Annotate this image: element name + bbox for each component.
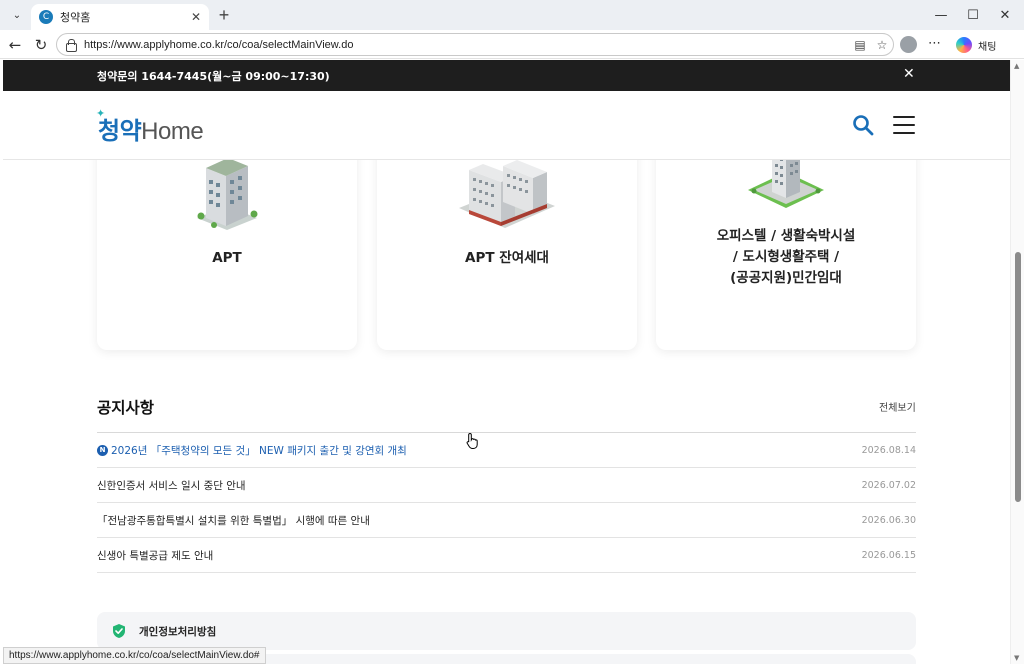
privacy-policy-link[interactable]: 개인정보처리방침 <box>97 612 916 650</box>
url-text[interactable]: https://www.applyhome.co.kr/co/coa/selec… <box>84 39 849 51</box>
notice-list: N 2026년 「주택청약의 모든 것」 NEW 패키지 출간 및 강연회 개최… <box>97 432 916 573</box>
hand-cursor-icon <box>466 432 478 449</box>
address-bar[interactable]: https://www.applyhome.co.kr/co/coa/selec… <box>56 33 894 56</box>
card-officetel-label-line-3: (공공지원)민간임대 <box>730 270 842 286</box>
copilot-icon <box>956 37 972 53</box>
top-notice-bar: 청약문의 1644-7445(월~금 09:00~17:30) ✕ <box>3 60 1010 91</box>
more-options-icon[interactable]: ⋯ <box>928 36 942 51</box>
apartment-building-icon <box>197 158 258 230</box>
scroll-up-icon[interactable]: ▲ <box>1014 62 1019 70</box>
notice-date: 2026.08.14 <box>861 444 916 456</box>
notice-text[interactable]: 신생아 특별공급 제도 안내 <box>97 548 213 563</box>
card-officetel-label: 오피스텔 / 생활숙박시설 / 도시형생활주택 / (공공지원)민간임대 <box>656 226 916 289</box>
minimize-icon[interactable]: — <box>926 4 956 26</box>
browser-tab[interactable]: C 청약홈 ✕ <box>31 4 209 30</box>
site-header: ✦ 청약Home <box>3 91 1010 160</box>
page-scrollbar[interactable]: ▲ ▼ <box>1010 60 1024 664</box>
card-apt-label: APT <box>212 250 242 266</box>
site-logo[interactable]: ✦ 청약Home <box>96 108 204 146</box>
notice-date: 2026.07.02 <box>861 479 916 491</box>
notice-row[interactable]: 신생아 특별공급 제도 안내 2026.06.15 <box>97 538 916 573</box>
notice-section-title: 공지사항 <box>97 399 155 417</box>
notice-row[interactable]: N 2026년 「주택청약의 모든 것」 NEW 패키지 출간 및 강연회 개최… <box>97 433 916 468</box>
notice-text[interactable]: N 2026년 「주택청약의 모든 것」 NEW 패키지 출간 및 강연회 개최 <box>97 443 407 458</box>
refresh-icon[interactable]: ↻ <box>30 34 52 56</box>
tab-close-icon[interactable]: ✕ <box>191 10 201 24</box>
scroll-thumb[interactable] <box>1015 252 1021 502</box>
site-info-lock-icon[interactable] <box>65 39 77 52</box>
scroll-down-icon[interactable]: ▼ <box>1014 654 1019 662</box>
logo-kr-text: 청약 <box>98 118 142 145</box>
card-apt-remaining-label: APT 잔여세대 <box>465 250 549 266</box>
card-officetel-label-line-2: / 도시형생활주택 / <box>732 249 840 265</box>
profile-avatar[interactable] <box>900 36 917 53</box>
top-notice-text: 청약문의 1644-7445(월~금 09:00~17:30) <box>97 70 330 83</box>
shield-check-icon <box>113 624 125 638</box>
chat-label: 채팅 <box>978 41 997 53</box>
notice-date: 2026.06.15 <box>861 549 916 561</box>
notice-title-text[interactable]: 2026년 「주택청약의 모든 것」 NEW 패키지 출간 및 강연회 개최 <box>111 443 407 458</box>
view-all-link[interactable]: 전체보기 <box>879 399 916 414</box>
notice-row[interactable]: 신한인증서 서비스 일시 중단 안내 2026.07.02 <box>97 468 916 503</box>
privacy-policy-label: 개인정보처리방침 <box>139 625 217 638</box>
site-favicon-icon: C <box>39 10 53 24</box>
reader-mode-icon[interactable]: ▤ <box>849 38 871 52</box>
notice-date: 2026.06.30 <box>861 514 916 526</box>
logo-en-text: Home <box>141 118 204 145</box>
hamburger-menu-icon[interactable] <box>891 113 917 137</box>
tab-actions-chevron-down-icon[interactable]: ⌄ <box>6 5 28 25</box>
status-bar-url: https://www.applyhome.co.kr/co/coa/selec… <box>3 647 266 664</box>
tab-title: 청약홈 <box>60 11 91 24</box>
maximize-icon[interactable]: ☐ <box>958 4 988 26</box>
browser-titlebar: ⌄ C 청약홈 ✕ + — ☐ ✕ <box>0 0 1024 30</box>
logo-star-icon: ✦ <box>96 108 105 120</box>
card-officetel-label-line-1: 오피스텔 / 생활숙박시설 <box>716 228 856 244</box>
favorite-star-icon[interactable]: ☆ <box>871 38 893 52</box>
page-viewport: 청약문의 1644-7445(월~금 09:00~17:30) ✕ ✦ 청약Ho… <box>3 60 1010 664</box>
new-badge-icon: N <box>97 444 108 456</box>
search-icon[interactable] <box>851 113 875 137</box>
back-arrow-icon[interactable]: ← <box>4 34 26 56</box>
notice-text[interactable]: 신한인증서 서비스 일시 중단 안내 <box>97 478 246 493</box>
top-notice-close-icon[interactable]: ✕ <box>903 66 915 82</box>
apartment-complex-icon <box>459 160 555 228</box>
window-close-icon[interactable]: ✕ <box>990 4 1020 26</box>
notice-row[interactable]: 「전남광주통합특별시 설치를 위한 특별법」 시행에 따른 안내 2026.06… <box>97 503 916 538</box>
browser-toolbar: ← ↻ https://www.applyhome.co.kr/co/coa/s… <box>0 30 1024 59</box>
new-tab-plus-icon[interactable]: + <box>214 5 234 25</box>
notice-text[interactable]: 「전남광주통합특별시 설치를 위한 특별법」 시행에 따른 안내 <box>97 513 370 528</box>
copilot-chat-button[interactable]: 채팅 <box>952 34 1018 56</box>
